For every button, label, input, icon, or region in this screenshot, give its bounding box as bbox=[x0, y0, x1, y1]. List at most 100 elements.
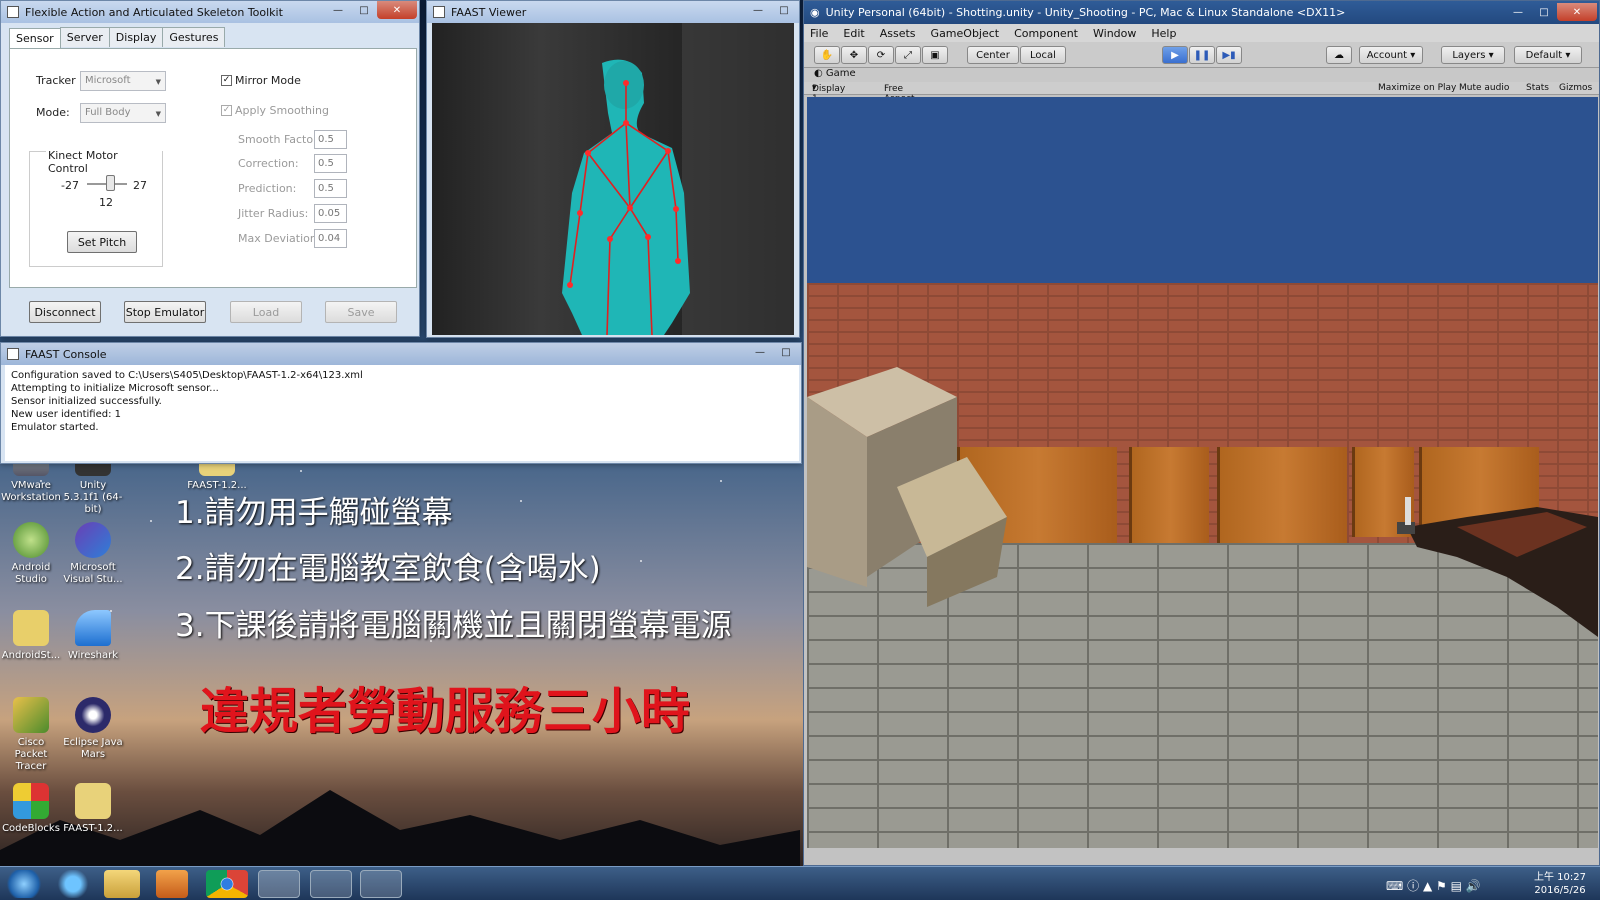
minimize-icon[interactable]: — bbox=[325, 1, 351, 19]
console-titlebar[interactable]: FAAST Console — □ bbox=[1, 343, 801, 365]
menu-window[interactable]: Window bbox=[1093, 27, 1136, 40]
start-orb-icon[interactable] bbox=[4, 870, 44, 898]
set-pitch-button[interactable]: Set Pitch bbox=[67, 231, 137, 253]
minimize-icon[interactable]: — bbox=[747, 343, 773, 361]
move-tool-icon[interactable]: ✥ bbox=[841, 46, 867, 64]
pitch-slider-thumb[interactable] bbox=[106, 175, 115, 191]
maximize-icon[interactable]: □ bbox=[1531, 3, 1557, 21]
faast-taskbar-icon[interactable] bbox=[310, 870, 352, 898]
disconnect-button[interactable]: Disconnect bbox=[29, 301, 101, 323]
maximize-icon[interactable]: □ bbox=[351, 1, 377, 19]
desktop-icon-faast-folder-2[interactable]: FAAST-1.2... bbox=[62, 783, 124, 835]
display-dropdown[interactable]: Display 1 ▾ bbox=[812, 83, 845, 104]
viewer-titlebar[interactable]: FAAST Viewer — □ bbox=[427, 1, 799, 23]
gizmos-dropdown[interactable]: Gizmos bbox=[1559, 83, 1592, 93]
faast-console-window: FAAST Console — □ Configuration saved to… bbox=[0, 342, 802, 464]
mute-audio-toggle[interactable]: Mute audio bbox=[1459, 83, 1509, 93]
console-line: Configuration saved to C:\Users\S405\Des… bbox=[11, 370, 363, 381]
layout-dropdown[interactable]: Default ▾ bbox=[1514, 46, 1582, 64]
tracker-select[interactable]: Microsoft ▼ bbox=[80, 71, 166, 91]
pause-icon[interactable]: ❚❚ bbox=[1189, 46, 1215, 64]
faast-main-titlebar[interactable]: Flexible Action and Articulated Skeleton… bbox=[1, 1, 419, 23]
mirror-mode-checkbox[interactable]: ✓ bbox=[221, 75, 232, 86]
desktop-icon-android-studio[interactable]: Android Studio bbox=[0, 522, 62, 586]
prediction-field[interactable]: 0.5 bbox=[314, 179, 347, 198]
desktop-icon-wireshark[interactable]: Wireshark bbox=[62, 610, 124, 662]
scale-tool-icon[interactable]: ⤢ bbox=[895, 46, 921, 64]
desktop-icon-cisco-packet-tracer[interactable]: Cisco Packet Tracer bbox=[0, 697, 62, 773]
clock[interactable]: 上午 10:27 2016/5/26 bbox=[1530, 871, 1590, 897]
maximize-on-play-toggle[interactable]: Maximize on Play bbox=[1378, 83, 1456, 93]
desktop-icon-eclipse[interactable]: Eclipse Java Mars bbox=[62, 697, 124, 761]
minimize-icon[interactable]: — bbox=[1505, 3, 1531, 21]
center-label: Center bbox=[976, 49, 1010, 61]
step-icon[interactable]: ▶▮ bbox=[1216, 46, 1242, 64]
menu-assets[interactable]: Assets bbox=[880, 27, 916, 40]
menu-component[interactable]: Component bbox=[1014, 27, 1078, 40]
unity-titlebar[interactable]: ◉ Unity Personal (64bit) - Shotting.unit… bbox=[804, 1, 1599, 24]
clock-date: 2016/5/26 bbox=[1534, 885, 1586, 896]
rect-tool-icon[interactable]: ▣ bbox=[922, 46, 948, 64]
app-icon bbox=[7, 348, 19, 360]
desktop-icon-visual-studio[interactable]: Microsoft Visual Stu... bbox=[62, 522, 124, 586]
correction-field[interactable]: 0.5 bbox=[314, 154, 347, 173]
depth-view bbox=[432, 23, 794, 336]
desktop-icon-androidst-folder[interactable]: AndroidSt... bbox=[0, 610, 62, 662]
mode-value: Full Body bbox=[85, 107, 131, 118]
desktop-icon-codeblocks[interactable]: CodeBlocks bbox=[0, 783, 62, 835]
faast-viewer-window: FAAST Viewer — □ bbox=[426, 0, 800, 338]
chrome-icon[interactable] bbox=[206, 870, 248, 898]
tab-sensor[interactable]: Sensor bbox=[9, 28, 61, 48]
pivot-center-button[interactable]: Center bbox=[967, 46, 1019, 64]
slider-min-label: -27 bbox=[61, 179, 79, 192]
warning-text: 違規者勞動服務三小時 bbox=[200, 683, 691, 740]
notepad-taskbar-icon[interactable] bbox=[360, 870, 402, 898]
max-deviation-field[interactable]: 0.04 bbox=[314, 229, 347, 248]
mode-select[interactable]: Full Body ▼ bbox=[80, 103, 166, 123]
jitter-radius-field[interactable]: 0.05 bbox=[314, 204, 347, 223]
hand-tool-icon[interactable]: ✋ bbox=[814, 46, 840, 64]
maximize-icon[interactable]: □ bbox=[771, 1, 797, 19]
menu-help[interactable]: Help bbox=[1151, 27, 1176, 40]
unity-menubar: File Edit Assets GameObject Component Wi… bbox=[804, 24, 1599, 42]
clock-time: 上午 10:27 bbox=[1534, 872, 1586, 883]
apply-smoothing-checkbox[interactable]: ✓ bbox=[221, 105, 232, 116]
wooden-crate bbox=[1217, 447, 1347, 547]
rotate-tool-icon[interactable]: ⟳ bbox=[868, 46, 894, 64]
pivot-local-button[interactable]: Local bbox=[1020, 46, 1066, 64]
menu-file[interactable]: File bbox=[810, 27, 828, 40]
desktop: VMware Workstation Unity 5.3.1f1 (64-bit… bbox=[0, 0, 1600, 900]
tab-display[interactable]: Display bbox=[108, 27, 164, 47]
play-icon[interactable]: ▶ bbox=[1162, 46, 1188, 64]
tray-icons[interactable]: ⌨ ⓘ ▲ ⚑ ▤ 🔊 bbox=[1386, 877, 1481, 894]
maximize-icon[interactable]: □ bbox=[773, 343, 799, 361]
tab-server[interactable]: Server bbox=[59, 27, 110, 47]
ie-icon[interactable] bbox=[52, 870, 94, 898]
cloud-icon[interactable]: ☁ bbox=[1326, 46, 1352, 64]
close-icon[interactable]: ✕ bbox=[1557, 3, 1597, 21]
save-button[interactable]: Save bbox=[325, 301, 397, 323]
game-view[interactable] bbox=[807, 97, 1598, 848]
unity-window: ◉ Unity Personal (64bit) - Shotting.unit… bbox=[803, 0, 1600, 866]
menu-edit[interactable]: Edit bbox=[843, 27, 864, 40]
minimize-icon[interactable]: — bbox=[745, 1, 771, 19]
load-button[interactable]: Load bbox=[230, 301, 302, 323]
layers-dropdown[interactable]: Layers ▾ bbox=[1441, 46, 1505, 64]
media-player-icon[interactable] bbox=[156, 870, 188, 898]
unity-logo-icon: ◉ bbox=[810, 6, 820, 19]
mode-label: Mode: bbox=[36, 106, 70, 119]
stats-toggle[interactable]: Stats bbox=[1526, 83, 1549, 93]
menu-gameobject[interactable]: GameObject bbox=[931, 27, 1000, 40]
slider-max-label: 27 bbox=[133, 179, 147, 192]
smooth-factor-field[interactable]: 0.5 bbox=[314, 130, 347, 149]
game-tab[interactable]: ◐ Game bbox=[804, 68, 1599, 82]
unity-taskbar-icon[interactable] bbox=[258, 870, 300, 898]
mirror-mode-label: Mirror Mode bbox=[235, 74, 301, 87]
close-icon[interactable]: ✕ bbox=[377, 1, 417, 19]
rule-1: 1.請勿用手觸碰螢幕 bbox=[175, 495, 453, 531]
explorer-icon[interactable] bbox=[104, 870, 140, 898]
local-label: Local bbox=[1030, 49, 1056, 61]
stop-emulator-button[interactable]: Stop Emulator bbox=[124, 301, 206, 323]
account-dropdown[interactable]: Account ▾ bbox=[1359, 46, 1423, 64]
tab-gestures[interactable]: Gestures bbox=[162, 27, 226, 47]
